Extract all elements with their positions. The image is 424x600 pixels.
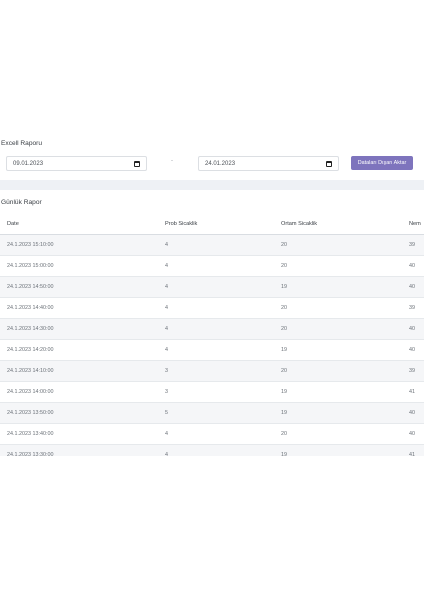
- cell-date: 24.1.2023 14:10:00: [0, 360, 165, 382]
- cell-probe-temp: 4: [165, 255, 281, 277]
- cell-ambient-temp: 20: [281, 423, 409, 445]
- excel-report-card: Excell Raporu 09.01.2023 - 24.01.2023 Da…: [0, 136, 424, 180]
- cell-probe-temp: 5: [165, 402, 281, 424]
- end-date-input[interactable]: 24.01.2023: [198, 156, 339, 171]
- cell-date: 24.1.2023 15:10:00: [0, 234, 165, 256]
- table-row: 24.1.2023 15:00:00 4 20 40: [0, 255, 424, 277]
- table-row: 24.1.2023 14:20:00 4 19 40: [0, 339, 424, 361]
- cell-date: 24.1.2023 14:00:00: [0, 381, 165, 403]
- table-row: 24.1.2023 14:30:00 4 20 40: [0, 318, 424, 340]
- cell-probe-temp: 4: [165, 234, 281, 256]
- cell-date: 24.1.2023 13:50:00: [0, 402, 165, 424]
- cell-probe-temp: 4: [165, 444, 281, 456]
- cell-humidity: 39: [409, 360, 424, 382]
- date-separator: -: [171, 158, 173, 164]
- cell-humidity: 39: [409, 234, 424, 256]
- cell-ambient-temp: 19: [281, 381, 409, 403]
- cell-ambient-temp: 19: [281, 402, 409, 424]
- column-header-probe-temp[interactable]: Prob Sicaklik: [165, 214, 281, 235]
- cell-probe-temp: 3: [165, 360, 281, 382]
- cell-probe-temp: 4: [165, 318, 281, 340]
- table-row: 24.1.2023 14:40:00 4 20 39: [0, 297, 424, 319]
- calendar-icon[interactable]: [326, 160, 332, 167]
- table-row: 24.1.2023 13:40:00 4 20 40: [0, 423, 424, 445]
- cell-ambient-temp: 20: [281, 234, 409, 256]
- excel-report-title: Excell Raporu: [1, 140, 43, 147]
- start-date-value: 09.01.2023: [13, 160, 44, 167]
- end-date-value: 24.01.2023: [205, 160, 236, 167]
- cell-ambient-temp: 19: [281, 339, 409, 361]
- cell-ambient-temp: 20: [281, 360, 409, 382]
- cell-humidity: 41: [409, 444, 424, 456]
- cell-humidity: 40: [409, 339, 424, 361]
- cell-ambient-temp: 20: [281, 255, 409, 277]
- page: Excell Raporu 09.01.2023 - 24.01.2023 Da…: [0, 0, 424, 600]
- export-data-button[interactable]: Dataları Dışarı Aktar: [351, 156, 413, 170]
- cell-humidity: 40: [409, 276, 424, 298]
- table-row: 24.1.2023 14:10:00 3 20 39: [0, 360, 424, 382]
- cell-ambient-temp: 19: [281, 276, 409, 298]
- table-row: 24.1.2023 13:30:00 4 19 41: [0, 444, 424, 456]
- cell-humidity: 40: [409, 255, 424, 277]
- calendar-icon[interactable]: [134, 160, 140, 167]
- cell-date: 24.1.2023 14:50:00: [0, 276, 165, 298]
- cell-humidity: 39: [409, 297, 424, 319]
- cell-date: 24.1.2023 14:40:00: [0, 297, 165, 319]
- cell-ambient-temp: 19: [281, 444, 409, 456]
- cell-probe-temp: 4: [165, 339, 281, 361]
- section-divider-band: [0, 180, 424, 190]
- table-row: 24.1.2023 14:00:00 3 19 41: [0, 381, 424, 403]
- cell-humidity: 40: [409, 423, 424, 445]
- cell-ambient-temp: 20: [281, 318, 409, 340]
- daily-report-table: Date Prob Sicaklik Ortam Sicaklik Nem 24…: [0, 214, 424, 456]
- cell-date: 24.1.2023 15:00:00: [0, 255, 165, 277]
- cell-probe-temp: 3: [165, 381, 281, 403]
- table-row: 24.1.2023 13:50:00 5 19 40: [0, 402, 424, 424]
- column-header-ambient-temp[interactable]: Ortam Sicaklik: [281, 214, 409, 235]
- start-date-input[interactable]: 09.01.2023: [6, 156, 147, 171]
- cell-date: 24.1.2023 14:30:00: [0, 318, 165, 340]
- table-row: 24.1.2023 15:10:00 4 20 39: [0, 234, 424, 256]
- cell-probe-temp: 4: [165, 297, 281, 319]
- cell-humidity: 41: [409, 381, 424, 403]
- cell-probe-temp: 4: [165, 276, 281, 298]
- column-header-date[interactable]: Date: [0, 214, 165, 235]
- cell-probe-temp: 4: [165, 423, 281, 445]
- cell-humidity: 40: [409, 402, 424, 424]
- table-header-row: Date Prob Sicaklik Ortam Sicaklik Nem: [0, 214, 424, 235]
- table-row: 24.1.2023 14:50:00 4 19 40: [0, 276, 424, 298]
- cell-date: 24.1.2023 13:30:00: [0, 444, 165, 456]
- cell-date: 24.1.2023 13:40:00: [0, 423, 165, 445]
- column-header-humidity[interactable]: Nem: [409, 214, 424, 235]
- daily-report-title: Günlük Rapor: [1, 199, 42, 206]
- cell-date: 24.1.2023 14:20:00: [0, 339, 165, 361]
- cell-humidity: 40: [409, 318, 424, 340]
- cell-ambient-temp: 20: [281, 297, 409, 319]
- daily-report-card: Günlük Rapor Date Prob Sicaklik Ortam Si…: [0, 190, 424, 456]
